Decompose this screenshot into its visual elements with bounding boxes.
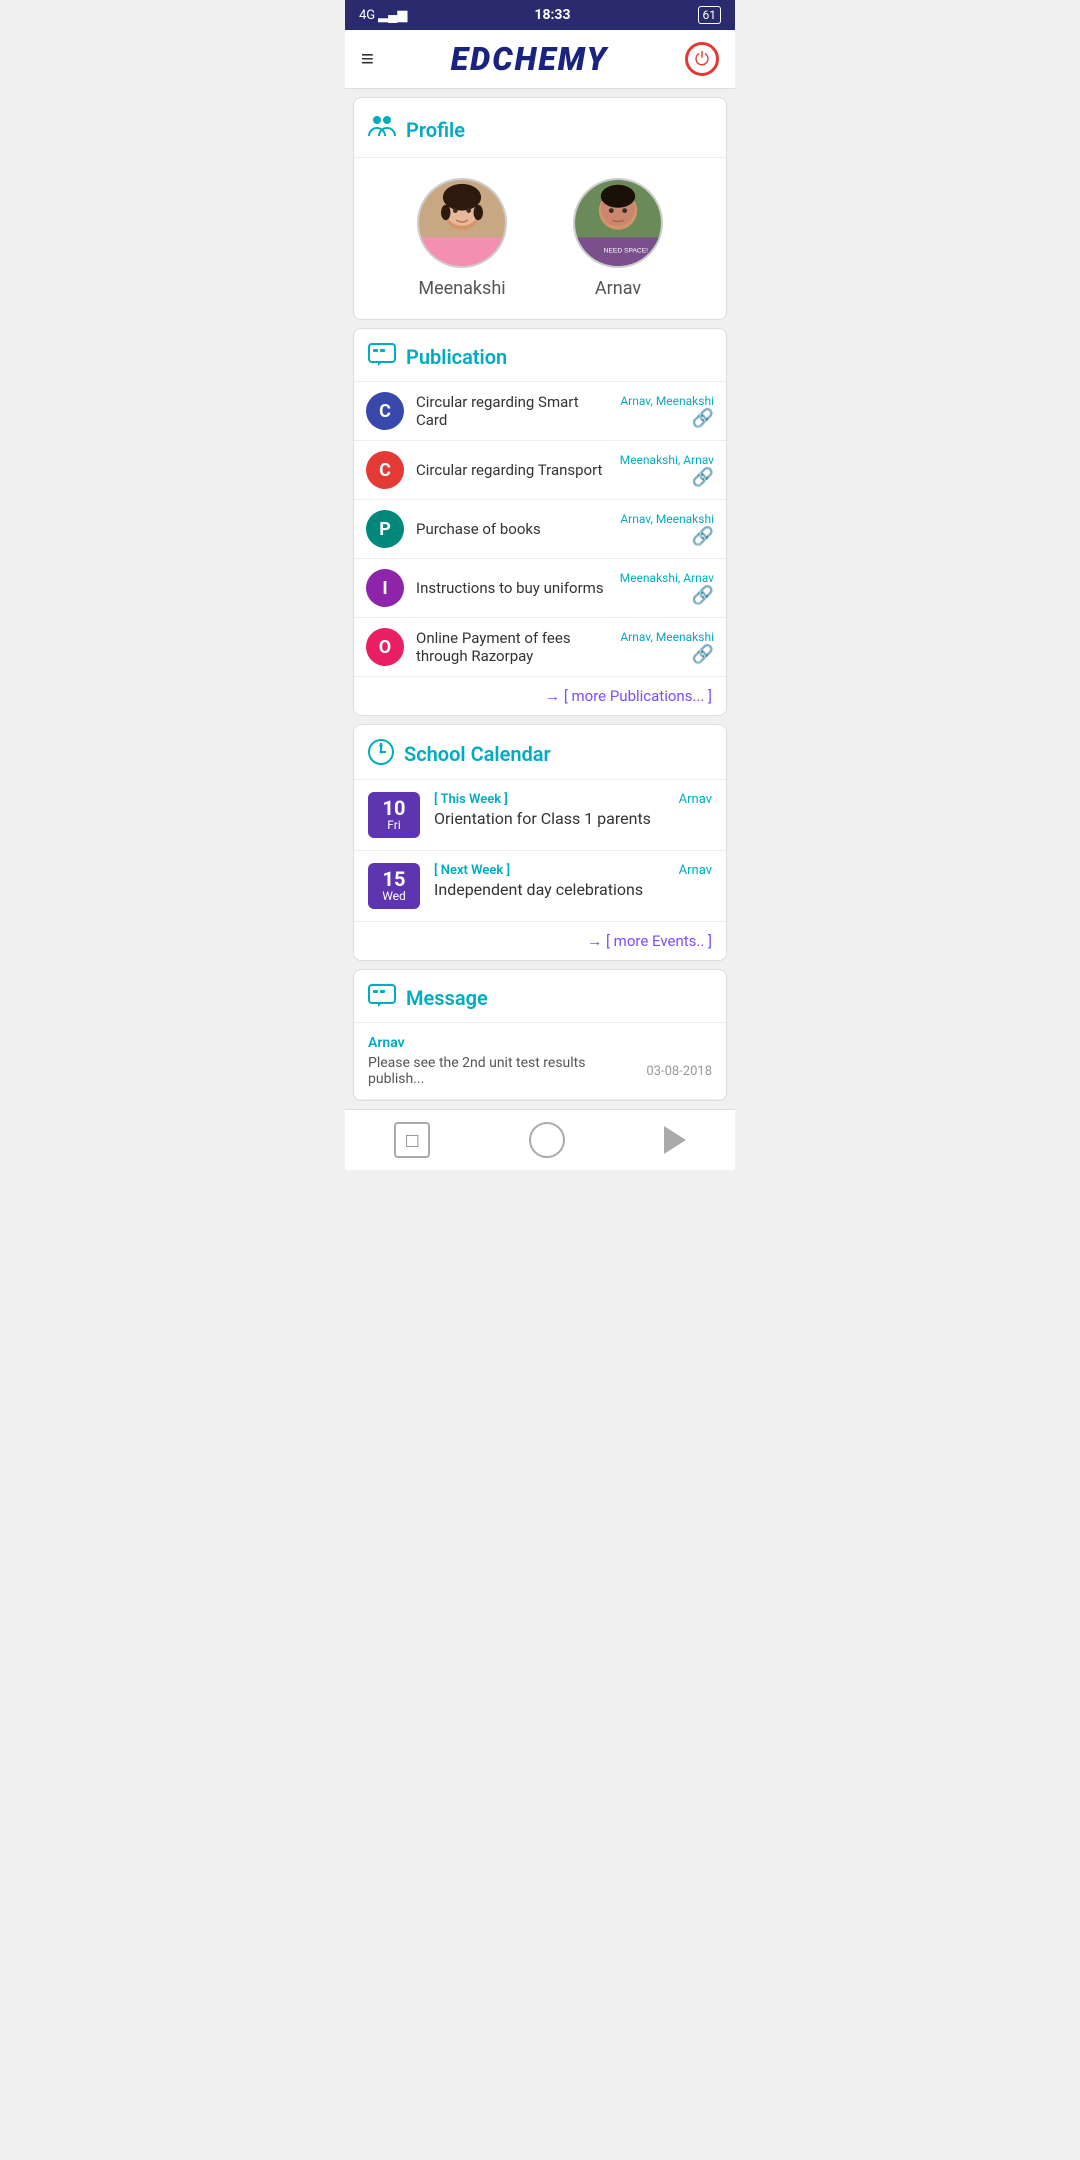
pub-title-2: Purchase of books (416, 520, 608, 538)
pub-people-1: Meenakshi, Arnav (620, 453, 714, 467)
pub-meta-3: Meenakshi, Arnav 🔗 (620, 571, 714, 606)
pub-title-3: Instructions to buy uniforms (416, 579, 608, 597)
pub-item-0[interactable]: C Circular regarding Smart Card Arnav, M… (354, 382, 726, 441)
pub-people-3: Meenakshi, Arnav (620, 571, 714, 585)
cal-date-num-1: 15 (372, 869, 416, 889)
publication-section: Publication C Circular regarding Smart C… (353, 328, 727, 716)
menu-button[interactable]: ≡ (361, 46, 374, 72)
calendar-section: School Calendar 10 Fri [ This Week ] Ori… (353, 724, 727, 961)
cal-week-1: [ Next Week ] (434, 863, 665, 878)
pub-meta-4: Arnav, Meenakshi 🔗 (620, 630, 714, 665)
cal-event-title-0: Orientation for Class 1 parents (434, 809, 665, 828)
app-header: ≡ EDCHEMY (345, 30, 735, 89)
power-button[interactable] (685, 42, 719, 76)
profile-section-icon (368, 112, 396, 147)
more-publications-link[interactable]: [ more Publications... ] (354, 677, 726, 715)
cal-date-box-0: 10 Fri (368, 792, 420, 838)
cal-event-1[interactable]: 15 Wed [ Next Week ] Independent day cel… (354, 851, 726, 922)
calendar-header: School Calendar (354, 725, 726, 780)
pub-badge-4: O (366, 628, 404, 666)
battery-indicator: 61 (698, 6, 722, 24)
message-section: Message Arnav Please see the 2nd unit te… (353, 969, 727, 1101)
avatar-image-arnav: NEED SPACE! (573, 178, 663, 268)
pub-title-4: Online Payment of fees through Razorpay (416, 629, 608, 665)
msg-sender-0: Arnav (368, 1035, 712, 1051)
message-section-icon (368, 984, 396, 1012)
publication-section-icon (368, 343, 396, 371)
cal-event-0[interactable]: 10 Fri [ This Week ] Orientation for Cla… (354, 780, 726, 851)
network-type: 4G (359, 8, 375, 23)
attachment-icon-2: 🔗 (692, 526, 714, 547)
msg-date-0: 03-08-2018 (646, 1064, 712, 1079)
profile-header: Profile (354, 98, 726, 158)
nav-square-button[interactable]: □ (394, 1122, 430, 1158)
publication-header: Publication (354, 329, 726, 382)
cal-person-0: Arnav (679, 792, 712, 807)
signal-bars: ▂▄▆ (378, 7, 407, 23)
pub-content-3: Instructions to buy uniforms (416, 579, 608, 597)
nav-circle-button[interactable] (529, 1122, 565, 1158)
cal-info-1: [ Next Week ] Independent day celebratio… (434, 863, 665, 899)
status-bar: 4G ▂▄▆ 18:33 61 (345, 0, 735, 30)
status-time: 18:33 (534, 7, 570, 23)
avatar-image-meenakshi (417, 178, 507, 268)
profile-title: Profile (406, 118, 465, 142)
pub-content-1: Circular regarding Transport (416, 461, 608, 479)
avatar-name-arnav: Arnav (595, 278, 641, 299)
pub-title-1: Circular regarding Transport (416, 461, 608, 479)
pub-item-3[interactable]: I Instructions to buy uniforms Meenakshi… (354, 559, 726, 618)
pub-title-0: Circular regarding Smart Card (416, 393, 608, 429)
cal-week-0: [ This Week ] (434, 792, 665, 807)
avatar-meenakshi[interactable]: Meenakshi (417, 178, 507, 299)
pub-badge-0: C (366, 392, 404, 430)
attachment-icon-0: 🔗 (692, 408, 714, 429)
cal-event-title-1: Independent day celebrations (434, 880, 665, 899)
attachment-icon-4: 🔗 (692, 644, 714, 665)
bottom-nav: □ (345, 1109, 735, 1170)
msg-preview-0: Please see the 2nd unit test results pub… (368, 1055, 638, 1087)
attachment-icon-1: 🔗 (692, 467, 714, 488)
pub-content-4: Online Payment of fees through Razorpay (416, 629, 608, 665)
pub-people-2: Arnav, Meenakshi (620, 512, 714, 526)
message-title: Message (406, 986, 488, 1010)
pub-badge-1: C (366, 451, 404, 489)
msg-item-0[interactable]: Arnav Please see the 2nd unit test resul… (354, 1023, 726, 1100)
message-header: Message (354, 970, 726, 1023)
pub-people-4: Arnav, Meenakshi (620, 630, 714, 644)
cal-info-0: [ This Week ] Orientation for Class 1 pa… (434, 792, 665, 828)
attachment-icon-3: 🔗 (692, 585, 714, 606)
calendar-title: School Calendar (404, 742, 551, 766)
cal-date-num-0: 10 (372, 798, 416, 818)
cal-date-box-1: 15 Wed (368, 863, 420, 909)
more-events-link[interactable]: [ more Events.. ] (354, 922, 726, 960)
profile-section: Profile Meenak (353, 97, 727, 320)
pub-meta-0: Arnav, Meenakshi 🔗 (620, 394, 714, 429)
pub-badge-2: P (366, 510, 404, 548)
pub-people-0: Arnav, Meenakshi (620, 394, 714, 408)
signal-indicator: 4G ▂▄▆ (359, 7, 407, 23)
pub-badge-3: I (366, 569, 404, 607)
pub-item-2[interactable]: P Purchase of books Arnav, Meenakshi 🔗 (354, 500, 726, 559)
pub-meta-2: Arnav, Meenakshi 🔗 (620, 512, 714, 547)
avatar-name-meenakshi: Meenakshi (418, 278, 505, 299)
msg-body-0: Please see the 2nd unit test results pub… (368, 1055, 712, 1087)
pub-meta-1: Meenakshi, Arnav 🔗 (620, 453, 714, 488)
nav-back-button[interactable] (664, 1126, 686, 1154)
pub-item-4[interactable]: O Online Payment of fees through Razorpa… (354, 618, 726, 677)
cal-date-day-1: Wed (372, 889, 416, 903)
pub-item-1[interactable]: C Circular regarding Transport Meenakshi… (354, 441, 726, 500)
profile-avatars: Meenakshi NEED SPACE! (354, 158, 726, 319)
calendar-section-icon (368, 739, 394, 769)
svg-text:NEED SPACE!: NEED SPACE! (604, 248, 649, 255)
cal-date-day-0: Fri (372, 818, 416, 832)
cal-person-1: Arnav (679, 863, 712, 878)
pub-content-2: Purchase of books (416, 520, 608, 538)
avatar-arnav[interactable]: NEED SPACE! Arnav (573, 178, 663, 299)
app-title: EDCHEMY (451, 40, 608, 78)
pub-content-0: Circular regarding Smart Card (416, 393, 608, 429)
publication-title: Publication (406, 345, 507, 369)
